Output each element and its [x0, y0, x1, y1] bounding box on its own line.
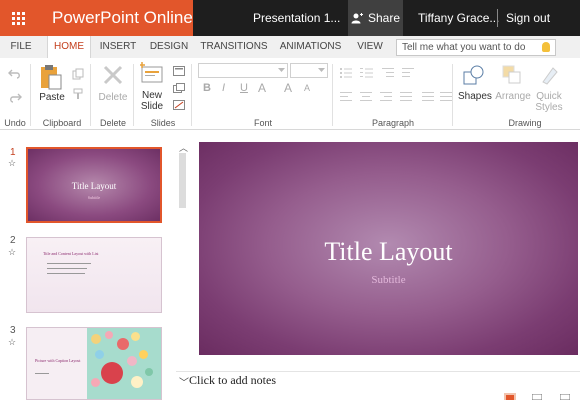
thumbnail-title: Title and Content Layout with List [43, 251, 99, 256]
group-label-paragraph: Paragraph [371, 118, 415, 128]
transition-icon: ☆ [8, 247, 17, 257]
tab-insert[interactable]: INSERT [96, 36, 140, 58]
bold-button[interactable]: B [203, 82, 211, 94]
tab-file[interactable]: FILE [6, 36, 36, 58]
arrange-icon[interactable] [501, 64, 523, 86]
thumbnail-subtitle: Subtitle [87, 195, 101, 200]
transition-icon: ☆ [8, 158, 17, 168]
redo-icon[interactable] [8, 92, 22, 104]
arrange-label: Arrange [495, 91, 531, 102]
slide-title[interactable]: Title Layout [199, 237, 578, 267]
quick-styles-icon[interactable] [539, 64, 561, 86]
italic-button[interactable]: I [222, 82, 225, 94]
slide-number: 3 [10, 325, 16, 336]
group-label-delete: Delete [99, 118, 126, 128]
paste-label: Paste [39, 92, 65, 103]
copy-icon[interactable] [72, 68, 84, 80]
document-area: Presentation 1... Share Tiffany Grace...… [193, 0, 580, 36]
transition-icon: ☆ [8, 337, 17, 347]
chevron-down-icon [318, 68, 325, 72]
slide-number: 2 [10, 235, 16, 246]
tab-view[interactable]: VIEW [353, 36, 387, 58]
title-bar: PowerPoint Online Presentation 1... Shar… [0, 0, 580, 36]
current-slide[interactable]: Title Layout Subtitle [199, 142, 578, 355]
app-name[interactable]: PowerPoint Online [52, 8, 193, 28]
group-separator [191, 64, 192, 126]
slide-number: 1 [10, 147, 16, 158]
slide-subtitle[interactable]: Subtitle [199, 274, 578, 286]
slide-thumbnail-2[interactable]: Title and Content Layout with List [26, 237, 162, 313]
group-separator [30, 64, 31, 126]
thumbnail-scrollbar[interactable]: ︿ [176, 131, 190, 391]
slide-thumbnail-pane: 1 ☆ Title Layout Subtitle 2 ☆ Title and … [0, 131, 176, 400]
tab-home[interactable]: HOME [47, 36, 91, 58]
group-label-undo: Undo [4, 118, 26, 128]
share-label: Share [367, 11, 401, 25]
scrollbar-thumb[interactable] [179, 153, 186, 208]
sign-out-link[interactable]: Sign out [506, 11, 550, 25]
chevron-down-icon [278, 68, 285, 72]
notes-placeholder: Click to add notes [189, 373, 276, 387]
paragraph-controls-icon[interactable] [340, 66, 456, 110]
share-button[interactable]: Share [348, 0, 403, 36]
reading-view-icon[interactable] [532, 394, 542, 400]
tab-design[interactable]: DESIGN [148, 36, 190, 58]
new-slide-icon[interactable] [140, 62, 164, 84]
font-color-button[interactable]: A [258, 81, 266, 95]
slide-thumbnail-3[interactable]: Picture with Caption Layout [26, 327, 162, 400]
hide-slide-icon[interactable] [173, 100, 185, 110]
slide-thumbnail-1[interactable]: Title Layout Subtitle [26, 147, 162, 223]
person-add-icon [351, 12, 363, 23]
lightbulb-icon [542, 42, 550, 52]
ribbon-tabs: FILE HOME INSERT DESIGN TRANSITIONS ANIM… [0, 36, 580, 58]
group-label-clipboard: Clipboard [42, 118, 82, 128]
group-separator [133, 64, 134, 126]
duplicate-slide-icon[interactable] [173, 83, 185, 93]
normal-view-icon[interactable] [504, 393, 516, 400]
slideshow-icon[interactable] [560, 394, 570, 400]
font-name-input[interactable] [198, 63, 288, 78]
shrink-font-button[interactable]: A [304, 83, 310, 93]
status-bar [490, 393, 580, 400]
group-separator [90, 64, 91, 126]
tab-transitions[interactable]: TRANSITIONS [200, 36, 268, 58]
shapes-icon[interactable] [462, 64, 486, 86]
group-label-drawing: Drawing [508, 118, 542, 128]
quick-styles-label-line1: Quick [536, 91, 562, 102]
app-launcher-button[interactable] [0, 0, 36, 36]
user-name[interactable]: Tiffany Grace... [418, 11, 499, 25]
delete-icon[interactable] [102, 64, 124, 86]
paste-icon[interactable] [40, 64, 62, 90]
underline-button[interactable]: U [240, 82, 248, 94]
group-label-font: Font [253, 118, 272, 128]
shapes-label: Shapes [458, 91, 492, 102]
chevron-down-icon[interactable]: ﹀ [179, 374, 189, 389]
waffle-icon [11, 11, 25, 25]
group-separator [332, 64, 333, 126]
delete-label: Delete [98, 92, 128, 103]
thumbnail-title: Picture with Caption Layout [35, 358, 81, 363]
thumbnail-title: Title Layout [71, 181, 117, 191]
tell-me-search[interactable]: Tell me what you want to do [396, 39, 556, 56]
format-painter-icon[interactable] [72, 88, 84, 100]
new-slide-label-line2: Slide [140, 101, 164, 112]
tab-animations[interactable]: ANIMATIONS [277, 36, 344, 58]
quick-styles-label-line2: Styles [535, 102, 563, 113]
grow-font-button[interactable]: A [284, 81, 292, 95]
divider [497, 9, 498, 27]
slide-editor: Title Layout Subtitle [190, 131, 580, 371]
ribbon: Undo Paste Clipboard Delete Delete New S… [0, 58, 580, 130]
tell-me-placeholder: Tell me what you want to do [402, 42, 526, 53]
new-slide-label-line1: New [141, 90, 162, 101]
layout-icon[interactable] [173, 66, 185, 76]
undo-icon[interactable] [8, 68, 22, 80]
group-separator [452, 64, 453, 126]
buttons-picture [87, 328, 161, 399]
document-title[interactable]: Presentation 1... [253, 11, 340, 25]
group-label-slides: Slides [150, 118, 176, 128]
